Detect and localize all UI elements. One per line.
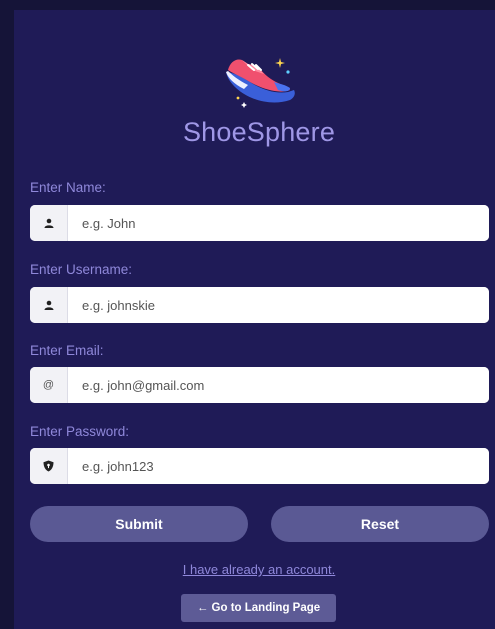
password-input-group (30, 448, 489, 484)
submit-button[interactable]: Submit (30, 506, 248, 542)
password-input[interactable] (68, 448, 489, 484)
username-input[interactable] (68, 287, 489, 323)
username-input-group (30, 287, 489, 323)
email-input-group: @ (30, 367, 489, 403)
name-input[interactable] (68, 205, 489, 241)
reset-button[interactable]: Reset (271, 506, 489, 542)
landing-page-button[interactable]: ← Go to Landing Page (181, 594, 336, 622)
login-link[interactable]: I have already an account. (0, 562, 495, 577)
username-label: Enter Username: (30, 262, 133, 277)
shield-icon (30, 448, 68, 484)
page-background: ShoeSphere Enter Name: Enter Username: E… (0, 0, 495, 629)
name-label: Enter Name: (30, 180, 106, 195)
email-label: Enter Email: (30, 343, 104, 358)
at-icon: @ (30, 367, 68, 403)
user-icon (30, 287, 68, 323)
name-input-group (30, 205, 489, 241)
sneaker-icon (226, 58, 295, 108)
user-icon (30, 205, 68, 241)
password-label: Enter Password: (30, 424, 130, 439)
brand-title: ShoeSphere (182, 117, 336, 147)
email-input[interactable] (68, 367, 489, 403)
